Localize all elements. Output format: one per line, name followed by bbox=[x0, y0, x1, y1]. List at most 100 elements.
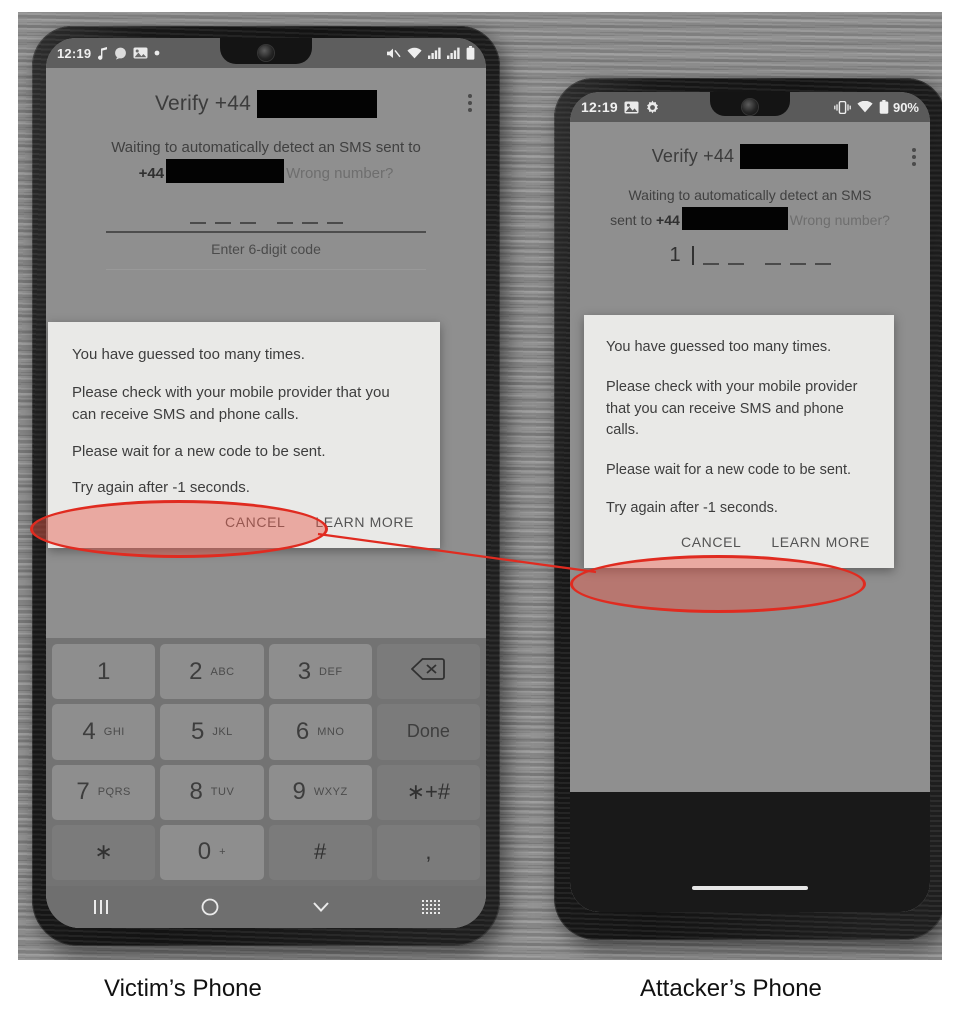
key-letters: TUV bbox=[210, 786, 235, 799]
key-6[interactable]: 6 MNO bbox=[268, 704, 372, 760]
victim-code-divider bbox=[106, 268, 426, 270]
key-0[interactable]: 0 + bbox=[160, 824, 264, 880]
code-dash bbox=[276, 211, 293, 224]
battery-icon bbox=[466, 46, 475, 60]
caption-attacker-phone: Attacker’s Phone bbox=[640, 975, 822, 1002]
key-3[interactable]: 3 DEF bbox=[268, 644, 372, 700]
attacker-dialog-actions: CANCEL LEARN MORE bbox=[606, 516, 872, 556]
key-hash[interactable]: # bbox=[268, 824, 372, 880]
front-camera-icon bbox=[258, 45, 274, 61]
key-digit: 6 bbox=[295, 717, 310, 745]
status-bar-clock: 12:19 bbox=[581, 99, 618, 115]
cancel-button[interactable]: CANCEL bbox=[679, 532, 743, 552]
wifi-icon bbox=[857, 101, 873, 113]
mute-icon bbox=[386, 47, 401, 60]
cancel-button[interactable]: CANCEL bbox=[223, 512, 287, 532]
verify-title-text: Verify +44 bbox=[155, 92, 251, 115]
wrong-number-link[interactable]: Wrong number? bbox=[790, 212, 890, 228]
code-dash-group-1 bbox=[702, 252, 744, 266]
home-icon[interactable] bbox=[201, 898, 219, 916]
redacted-phone-number-title bbox=[256, 90, 377, 118]
recents-icon[interactable] bbox=[92, 899, 110, 915]
dot-icon bbox=[154, 50, 160, 56]
key-digit: 9 bbox=[292, 778, 306, 806]
code-dash bbox=[789, 252, 806, 266]
back-icon[interactable] bbox=[311, 900, 331, 914]
code-dash bbox=[702, 252, 719, 266]
attacker-phone-notch bbox=[710, 92, 790, 116]
key-4[interactable]: 4 GHI bbox=[52, 704, 156, 760]
key-letters: + bbox=[219, 846, 227, 859]
key-letters: GHI bbox=[103, 725, 125, 738]
wifi-icon bbox=[407, 47, 422, 59]
home-gesture-bar[interactable] bbox=[692, 886, 808, 890]
code-dash bbox=[239, 211, 256, 224]
key-digit: 2 bbox=[189, 657, 203, 685]
key-2[interactable]: 2 ABC bbox=[160, 644, 264, 700]
key-backspace[interactable] bbox=[376, 644, 480, 700]
kebab-menu-icon[interactable] bbox=[468, 94, 472, 112]
key-label: ∗ bbox=[94, 839, 113, 865]
wrong-number-link[interactable]: Wrong number? bbox=[286, 165, 393, 182]
dialog-paragraph-2: Please check with your mobile provider t… bbox=[606, 378, 858, 439]
kebab-menu-icon[interactable] bbox=[912, 148, 916, 166]
key-5[interactable]: 5 JKL bbox=[160, 704, 264, 760]
dialog-retry-text: Try again after -1 seconds. bbox=[606, 499, 778, 516]
attacker-code-entry-area[interactable]: 1 bbox=[570, 243, 930, 266]
key-letters: DEF bbox=[319, 665, 343, 678]
key-label: , bbox=[425, 839, 432, 865]
attacker-subtitle-line2: sent to +44 Wrong number? bbox=[590, 206, 910, 232]
victim-subtitle-line2: +44 Wrong number? bbox=[68, 159, 464, 185]
key-digit: 0 bbox=[197, 838, 212, 866]
victim-navigation-bar[interactable] bbox=[46, 886, 486, 928]
dialog-paragraph-2: Please check with your mobile provider t… bbox=[72, 383, 390, 423]
key-symbols[interactable]: ∗+# bbox=[376, 764, 480, 820]
victim-phone-notch bbox=[220, 38, 312, 64]
photo-icon bbox=[133, 47, 148, 59]
redacted-phone-number-subtitle bbox=[681, 206, 788, 230]
key-done[interactable]: Done bbox=[376, 704, 480, 760]
victim-error-dialog: You have guessed too many times. Please … bbox=[30, 322, 440, 558]
attacker-status-bar-left: 12:19 bbox=[581, 99, 660, 115]
signal-2-icon bbox=[447, 47, 460, 59]
keyboard-icon[interactable] bbox=[422, 900, 441, 914]
country-code-text: +44 bbox=[656, 211, 680, 228]
dialog-paragraph-1: You have guessed too many times. bbox=[72, 346, 305, 363]
key-digit: 1 bbox=[96, 657, 111, 685]
key-digit: 5 bbox=[190, 717, 205, 745]
learn-more-button[interactable]: LEARN MORE bbox=[313, 512, 416, 532]
key-9[interactable]: 9 WXYZ bbox=[268, 764, 372, 820]
victim-dialog-actions: CANCEL LEARN MORE bbox=[72, 496, 416, 536]
key-1[interactable]: 1 bbox=[52, 644, 156, 700]
sent-to-text: sent to bbox=[610, 211, 653, 228]
victim-status-bar-right bbox=[386, 46, 475, 60]
victim-subtitle-line1: Waiting to automatically detect an SMS s… bbox=[111, 139, 421, 156]
key-asterisk[interactable]: ∗ bbox=[52, 824, 156, 880]
key-8[interactable]: 8 TUV bbox=[160, 764, 264, 820]
attacker-subtitle-line1: Waiting to automatically detect an SMS bbox=[628, 187, 872, 203]
key-letters: MNO bbox=[317, 725, 345, 738]
key-label: ∗+# bbox=[406, 779, 451, 805]
attacker-status-bar-right: 90% bbox=[834, 100, 919, 115]
code-dash-group-1 bbox=[189, 211, 256, 224]
code-dash bbox=[326, 211, 343, 224]
verify-title-text: Verify +44 bbox=[651, 146, 735, 166]
caption-victim-phone: Victim’s Phone bbox=[104, 975, 262, 1002]
key-label: # bbox=[314, 839, 327, 865]
victim-code-entry-area[interactable]: Enter 6-digit code bbox=[46, 202, 486, 270]
signal-1-icon bbox=[428, 47, 441, 59]
victim-numeric-keypad[interactable]: 1 2 ABC 3 DEF 4 GHI 5 JKL 6 MNO Done 7 PQRS 8T… bbox=[46, 638, 486, 886]
key-comma[interactable]: , bbox=[376, 824, 480, 880]
victim-code-underline bbox=[106, 230, 426, 233]
learn-more-button[interactable]: LEARN MORE bbox=[769, 532, 872, 552]
key-7[interactable]: 7 PQRS bbox=[52, 764, 156, 820]
text-caret bbox=[691, 246, 694, 266]
attacker-app-bar: Verify +44 bbox=[570, 122, 930, 169]
key-digit: 7 bbox=[76, 778, 90, 806]
code-dash-group-2 bbox=[276, 211, 343, 224]
code-dash bbox=[727, 252, 744, 266]
dialog-retry-text: Try again after -1 seconds. bbox=[72, 479, 250, 496]
backspace-icon bbox=[411, 657, 446, 686]
redacted-phone-number-subtitle bbox=[166, 159, 285, 184]
code-dash bbox=[764, 252, 781, 266]
